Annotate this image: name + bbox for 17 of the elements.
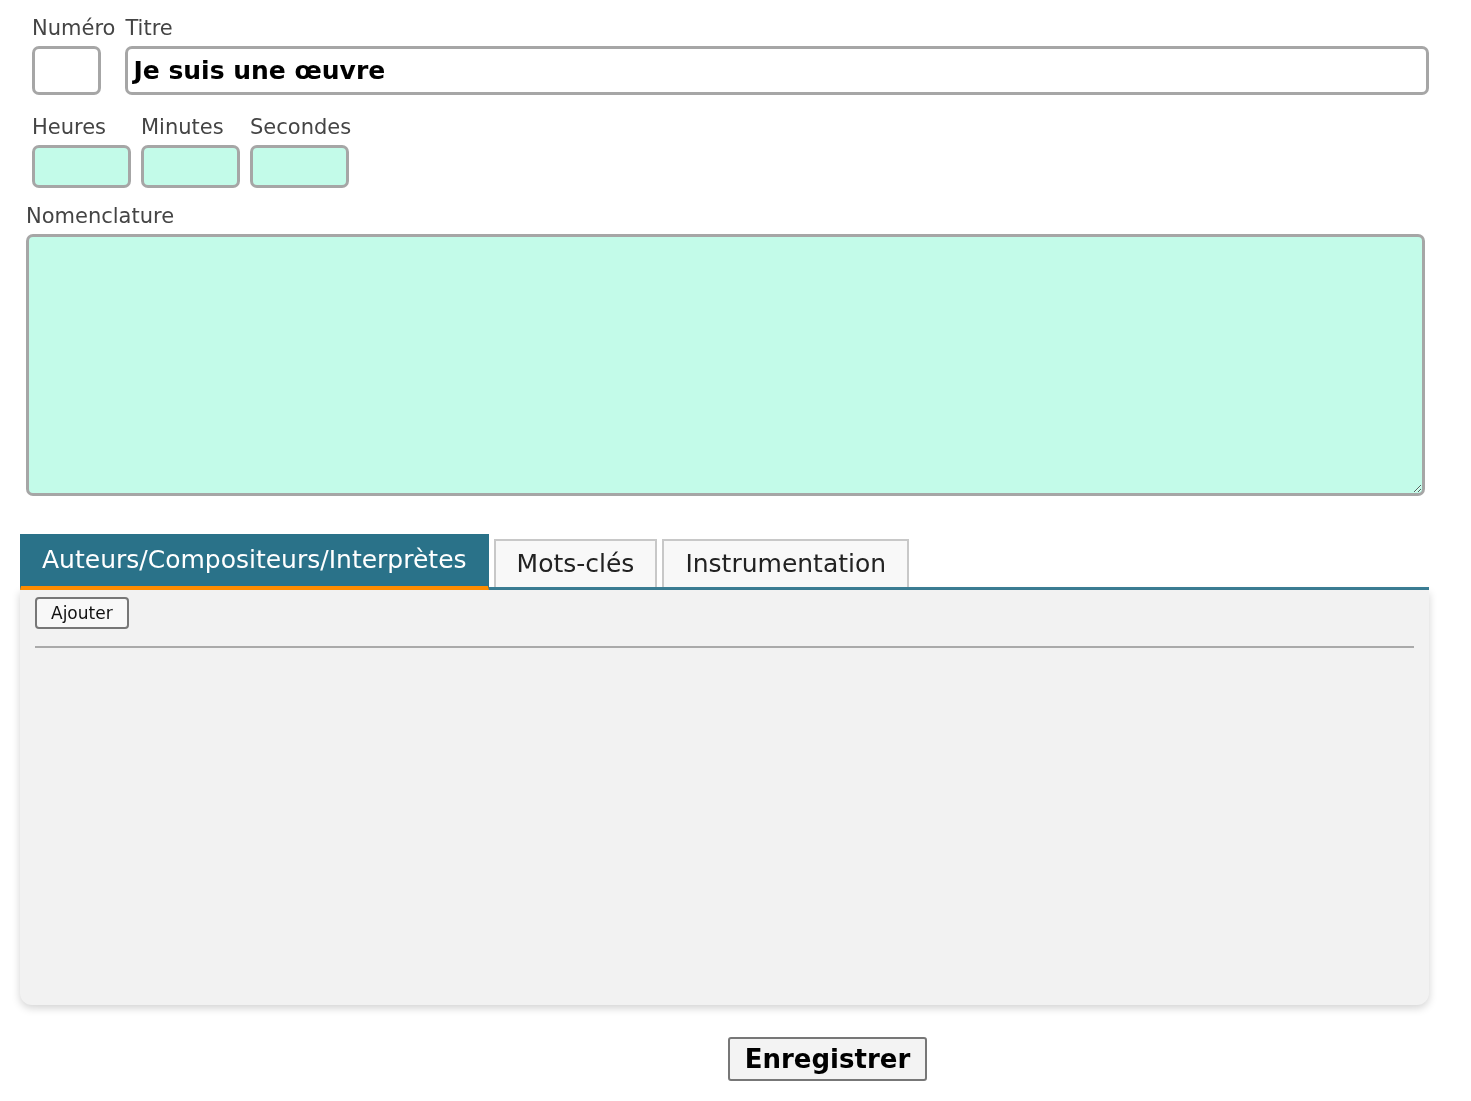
tab[interactable]: Mots-clés — [493, 539, 658, 587]
text-field[interactable]: Je suis une œuvre — [125, 46, 1429, 95]
field-label: Titre — [125, 15, 174, 42]
text-field[interactable] — [32, 46, 101, 95]
field-label: Secondes — [250, 114, 352, 141]
number-field[interactable] — [250, 145, 349, 188]
nomenclature-textarea[interactable] — [26, 234, 1425, 496]
field-label: Heures — [32, 114, 108, 141]
field-label: Minutes — [141, 114, 225, 141]
field-label: Numéro — [32, 15, 116, 42]
save-button[interactable]: Enregistrer — [727, 1037, 928, 1081]
number-field[interactable] — [32, 145, 131, 188]
add-button[interactable]: Ajouter — [35, 597, 129, 629]
number-field[interactable] — [141, 145, 240, 188]
tab[interactable]: Auteurs/Compositeurs/Interprètes — [20, 534, 489, 590]
tab[interactable]: Instrumentation — [662, 539, 910, 587]
field-label: Nomenclature — [26, 203, 176, 230]
